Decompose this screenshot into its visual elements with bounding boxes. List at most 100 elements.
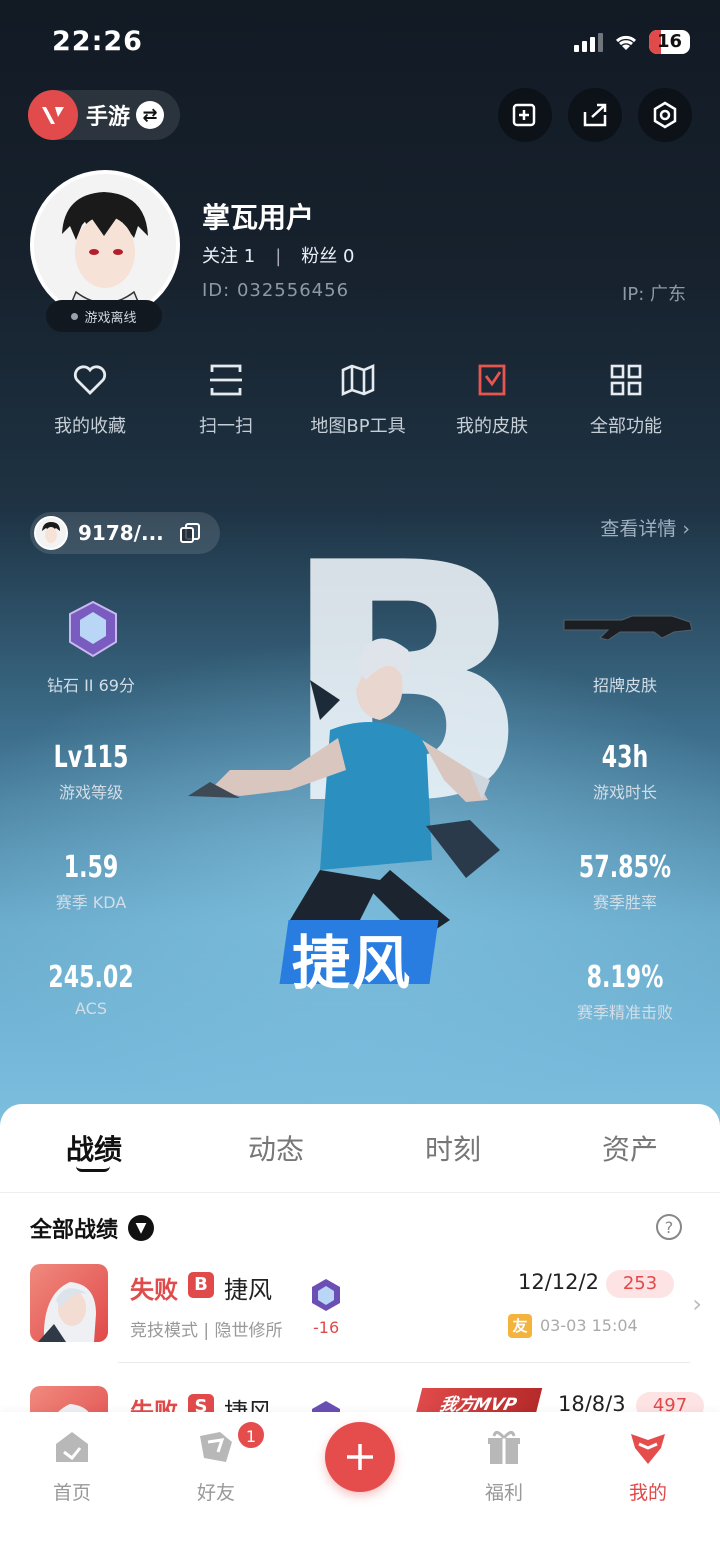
status-time: 22:26	[52, 26, 143, 57]
quick-label: 全部功能	[590, 416, 662, 437]
game-account-id: 9178/...	[78, 521, 164, 545]
heart-icon	[73, 365, 107, 395]
view-details-label: 查看详情	[600, 518, 677, 540]
stat-label: 游戏等级	[58, 783, 123, 802]
quick-label: 我的皮肤	[456, 416, 528, 437]
rank-icon	[312, 1279, 340, 1311]
game-switch-button[interactable]: 手游 ⇄	[28, 90, 180, 140]
valorant-logo-icon	[28, 90, 78, 140]
nav-label: 首页	[52, 1482, 91, 1504]
active-tab-indicator	[76, 1166, 110, 1172]
match-kda: 12/12/2	[518, 1270, 599, 1294]
agent-illustration	[188, 638, 500, 940]
stat-label: ACS	[75, 999, 107, 1018]
chevron-down-icon: ▼	[128, 1215, 155, 1241]
username: 掌瓦用户	[202, 201, 315, 234]
fans-count[interactable]: 粉丝 0	[301, 246, 354, 267]
nav-profile[interactable]: 我的	[598, 1428, 698, 1505]
status-dot	[71, 312, 79, 320]
tab-feed[interactable]: 动态	[216, 1128, 336, 1168]
match-time: 03-03 15:04	[540, 1316, 638, 1335]
quick-label: 我的收藏	[54, 416, 126, 437]
stat-value: 1.59	[63, 850, 119, 885]
share-button[interactable]	[568, 88, 622, 142]
stat-value: 245.02	[48, 960, 134, 995]
swap-icon: ⇄	[136, 101, 165, 129]
avatar-illustration	[34, 174, 176, 316]
status-icons: 16	[573, 30, 690, 54]
stat-value: Lv115	[53, 740, 129, 775]
nav-label: 我的	[628, 1482, 667, 1504]
create-post-button[interactable]	[325, 1422, 395, 1492]
rank-delta: -16	[313, 1318, 340, 1337]
nav-benefits[interactable]: 福利	[454, 1428, 554, 1505]
stat-label: 赛季精准击败	[576, 1003, 673, 1022]
nav-home[interactable]: 首页	[22, 1428, 122, 1505]
map-icon	[341, 363, 375, 397]
gift-icon	[488, 1431, 520, 1464]
stat-winrate: 57.85% 赛季胜率	[550, 850, 700, 913]
battery-icon: 16	[648, 30, 690, 54]
records-filter-dropdown[interactable]: 全部战绩 ▼	[30, 1212, 155, 1244]
quick-label: 扫一扫	[199, 416, 253, 437]
online-status-badge: 游戏离线	[46, 300, 162, 332]
stat-label: 赛季胜率	[592, 893, 657, 912]
rifle-skin-icon	[563, 615, 693, 641]
stat-label: 游戏时长	[592, 783, 657, 802]
friends-notification-badge: 1	[236, 1420, 266, 1450]
friend-badge: 友	[508, 1314, 532, 1338]
chevron-right-icon: ›	[682, 518, 690, 540]
match-result: 失败	[130, 1276, 178, 1304]
settings-icon	[653, 101, 677, 129]
quick-skins[interactable]: 我的皮肤	[422, 362, 562, 438]
quick-scan[interactable]: 扫一扫	[156, 362, 296, 438]
quick-all-functions[interactable]: 全部功能	[556, 362, 696, 438]
match-score: 253	[606, 1270, 674, 1298]
stat-headshot-rate: 8.19% 赛季精准击败	[550, 960, 700, 1023]
home-icon	[56, 1432, 88, 1462]
game-account-chip[interactable]: 9178/...	[30, 512, 220, 554]
avatar[interactable]	[30, 170, 180, 320]
match-agent: 捷风	[224, 1276, 272, 1304]
stat-playtime: 43h 游戏时长	[550, 740, 700, 803]
agent-thumbnail	[30, 1264, 108, 1342]
profile-icon	[631, 1434, 665, 1464]
stat-kda: 1.59 赛季 KDA	[16, 850, 166, 913]
wifi-icon	[615, 35, 636, 50]
view-details-link[interactable]: 查看详情 ›	[600, 514, 690, 541]
rank-label: 钻石 II 69分	[47, 676, 135, 695]
tab-assets[interactable]: 资产	[570, 1128, 690, 1168]
help-icon[interactable]: ?	[656, 1214, 682, 1240]
plus-icon	[347, 1444, 373, 1470]
nav-label: 好友	[196, 1482, 235, 1504]
card-edit-button[interactable]	[498, 88, 552, 142]
settings-button[interactable]	[638, 88, 692, 142]
quick-label: 地图BP工具	[310, 416, 406, 437]
filter-label: 全部战绩	[30, 1218, 119, 1243]
copy-icon[interactable]	[178, 521, 202, 545]
scan-icon	[210, 364, 242, 396]
quick-map-bp[interactable]: 地图BP工具	[288, 362, 428, 438]
status-text: 游戏离线	[84, 310, 137, 326]
friends-icon	[200, 1432, 232, 1462]
stat-value: 57.85%	[578, 850, 672, 885]
ip-location: IP: 广东	[622, 284, 686, 305]
stat-label: 赛季 KDA	[55, 893, 127, 912]
nav-label: 福利	[484, 1482, 523, 1504]
tab-moments[interactable]: 时刻	[393, 1128, 513, 1168]
grid-icon	[610, 364, 642, 396]
agent-name: 捷风	[292, 929, 413, 997]
skin-icon	[478, 364, 506, 396]
skin-label: 招牌皮肤	[592, 676, 657, 695]
stat-value: 8.19%	[586, 960, 664, 995]
tab-divider	[0, 1192, 720, 1193]
follow-separator: |	[275, 246, 282, 267]
diamond-rank-icon	[69, 600, 117, 658]
quick-favorites[interactable]: 我的收藏	[20, 362, 160, 438]
stat-value: 43h	[601, 740, 649, 775]
share-icon	[583, 103, 607, 127]
follow-count[interactable]: 关注 1	[202, 246, 255, 267]
follow-stats: 关注 1 | 粉丝 0	[202, 242, 354, 268]
tab-records[interactable]: 战绩	[34, 1128, 154, 1168]
match-row[interactable]: 失败 B 捷风 竞技模式 | 隐世修所 -16 12/12/2 253 友 03…	[30, 1264, 702, 1364]
